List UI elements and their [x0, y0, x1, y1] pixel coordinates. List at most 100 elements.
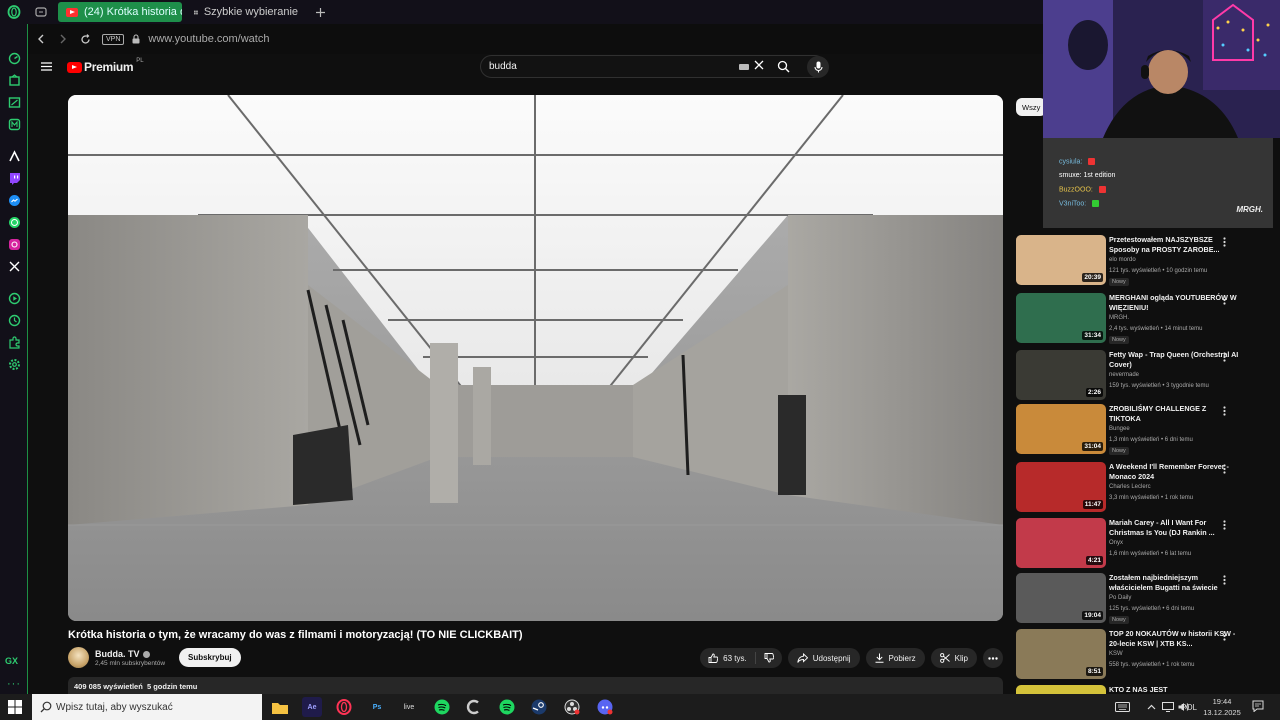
back-button[interactable]: [32, 30, 50, 48]
recommendation-title[interactable]: A Weekend I'll Remember Forever - Monaco…: [1109, 462, 1239, 482]
recommendation-thumbnail[interactable]: [1016, 685, 1106, 694]
taskbar-search[interactable]: Wpisz tutaj, aby wyszukać: [32, 694, 262, 720]
speedometer-icon[interactable]: [6, 50, 22, 66]
clear-search-icon[interactable]: [754, 60, 764, 70]
more-actions-button[interactable]: [983, 648, 1003, 668]
subscribe-button[interactable]: Subskrybuj: [179, 648, 241, 667]
recommendation-thumbnail[interactable]: 20:39: [1016, 235, 1106, 285]
notification-center-icon[interactable]: [1252, 700, 1264, 712]
opera-gx-taskbar-icon[interactable]: [334, 697, 354, 717]
video-player[interactable]: [68, 95, 1003, 621]
recommendation-item[interactable]: 8:51 TOP 20 NOKAUTÓW w historii KSW - 20-…: [1016, 629, 1266, 681]
live-app-icon[interactable]: live: [399, 697, 419, 717]
spotify-2-icon[interactable]: [497, 697, 517, 717]
steam-icon[interactable]: [529, 697, 549, 717]
youtube-premium-logo[interactable]: Premium PL: [67, 58, 144, 74]
recommendation-channel[interactable]: Bungee: [1109, 426, 1130, 432]
recommendation-channel[interactable]: Po Daily: [1109, 595, 1131, 601]
recommendation-title[interactable]: ZROBILIŚMY CHALLENGE Z TIKTOKA: [1109, 404, 1239, 424]
channel-name[interactable]: Budda. TV: [95, 649, 150, 659]
more-vertical-icon[interactable]: [1223, 406, 1226, 416]
after-effects-icon[interactable]: Ae: [302, 697, 322, 717]
discord-icon[interactable]: [595, 697, 615, 717]
opera-gx-logo-icon[interactable]: [0, 0, 28, 24]
recommendation-channel[interactable]: MRGH.: [1109, 315, 1129, 321]
hamburger-menu-icon[interactable]: [41, 62, 52, 71]
download-button[interactable]: Pobierz: [865, 648, 925, 668]
recommendation-title[interactable]: Fetty Wap - Trap Queen (Orchestral AI Co…: [1109, 350, 1239, 370]
recommendation-title[interactable]: KTO Z NAS JEST: [1109, 685, 1239, 694]
twitch-icon[interactable]: [6, 170, 22, 186]
recommendation-item[interactable]: KTO Z NAS JEST: [1016, 685, 1266, 694]
dislike-button[interactable]: [756, 648, 782, 668]
recommendation-channel[interactable]: Charles Leclerc: [1109, 484, 1151, 490]
voice-search-button[interactable]: [807, 56, 829, 78]
recommendation-item[interactable]: 20:39 Przetestowałem NAJSZYBSZE Sposoby n…: [1016, 235, 1266, 287]
ccleaner-icon[interactable]: [464, 697, 484, 717]
lock-icon[interactable]: [132, 34, 140, 44]
recommendation-title[interactable]: MERGHANI ogląda YOUTUBERÓW W WIĘZIENIU!: [1109, 293, 1239, 313]
recommendation-thumbnail[interactable]: 31:34: [1016, 293, 1106, 343]
network-icon[interactable]: [1162, 694, 1174, 720]
messenger-m-icon[interactable]: [6, 116, 22, 132]
recommendation-channel[interactable]: elo mordo: [1109, 257, 1136, 263]
recommendation-channel[interactable]: nevermade: [1109, 372, 1139, 378]
settings-gear-icon[interactable]: [6, 356, 22, 372]
more-vertical-icon[interactable]: [1223, 631, 1226, 641]
tab-speed-dial[interactable]: Szybkie wybieranie: [186, 2, 306, 22]
recommendation-thumbnail[interactable]: 2:26: [1016, 350, 1106, 400]
history-icon[interactable]: [6, 312, 22, 328]
clip-button[interactable]: Klip: [930, 648, 977, 668]
more-vertical-icon[interactable]: [1223, 520, 1226, 530]
search-box[interactable]: budda: [480, 55, 826, 78]
recommendation-thumbnail[interactable]: 19:04: [1016, 573, 1106, 623]
more-vertical-icon[interactable]: [1223, 464, 1226, 474]
share-button[interactable]: Udostępnij: [787, 648, 860, 668]
search-input[interactable]: budda: [489, 61, 517, 72]
news-icon[interactable]: [6, 94, 22, 110]
recommendation-thumbnail[interactable]: 31:04: [1016, 404, 1106, 454]
aria-icon[interactable]: [6, 148, 22, 164]
recommendation-channel[interactable]: Onyx: [1109, 540, 1123, 546]
language-indicator[interactable]: POL: [1181, 694, 1197, 720]
filter-chip-all[interactable]: Wszy: [1016, 98, 1046, 116]
workspace-icon[interactable]: [28, 0, 54, 24]
player-icon[interactable]: [6, 290, 22, 306]
gx-corner-icon[interactable]: [6, 72, 22, 88]
url-text[interactable]: www.youtube.com/watch: [148, 33, 269, 45]
whatsapp-icon[interactable]: [6, 214, 22, 230]
recommendation-item[interactable]: 19:04 Zostałem najbiedniejszym właściciel…: [1016, 573, 1266, 625]
channel-avatar[interactable]: [68, 647, 89, 668]
like-button[interactable]: 63 tys.: [700, 648, 755, 668]
more-vertical-icon[interactable]: [1223, 237, 1226, 247]
description-box[interactable]: 409 085 wyświetleń 5 godzin temu: [68, 677, 1003, 694]
more-vertical-icon[interactable]: [1223, 352, 1226, 362]
reload-button[interactable]: [76, 30, 94, 48]
tab-youtube[interactable]: (24) Krótka historia o tym: [58, 2, 182, 22]
recommendation-item[interactable]: 2:26 Fetty Wap - Trap Queen (Orchestral A…: [1016, 350, 1266, 402]
x-twitter-icon[interactable]: [6, 258, 22, 274]
recommendation-thumbnail[interactable]: 8:51: [1016, 629, 1106, 679]
recommendation-channel[interactable]: KSW: [1109, 651, 1123, 657]
recommendation-title[interactable]: Mariah Carey - All I Want For Christmas …: [1109, 518, 1239, 538]
recommendation-title[interactable]: TOP 20 NOKAUTÓW w historii KSW - 20-leci…: [1109, 629, 1239, 649]
photoshop-icon[interactable]: Ps: [367, 697, 387, 717]
search-icon[interactable]: [777, 60, 790, 73]
recommendation-item[interactable]: 4:21 Mariah Carey - All I Want For Christ…: [1016, 518, 1266, 570]
show-hidden-icons-chevron-icon[interactable]: [1147, 694, 1156, 720]
gx-control-label[interactable]: GX: [5, 656, 18, 666]
recommendation-item[interactable]: 31:34 MERGHANI ogląda YOUTUBERÓW W WIĘZIE…: [1016, 293, 1266, 345]
instagram-icon[interactable]: [6, 236, 22, 252]
obs-icon[interactable]: [562, 697, 582, 717]
vpn-badge[interactable]: VPN: [102, 33, 125, 45]
keyboard-tray-icon[interactable]: [1115, 694, 1130, 720]
clock[interactable]: 19:44 13.12.2025: [1200, 696, 1244, 718]
recommendation-item[interactable]: 11:47 A Weekend I'll Remember Forever - M…: [1016, 462, 1266, 514]
recommendation-title[interactable]: Zostałem najbiedniejszym właścicielem Bu…: [1109, 573, 1239, 593]
new-tab-button[interactable]: [310, 2, 330, 22]
keyboard-icon[interactable]: [739, 64, 749, 70]
messenger-icon[interactable]: [6, 192, 22, 208]
extensions-icon[interactable]: [6, 334, 22, 350]
forward-button[interactable]: [54, 30, 72, 48]
start-windows-icon[interactable]: [8, 700, 22, 714]
